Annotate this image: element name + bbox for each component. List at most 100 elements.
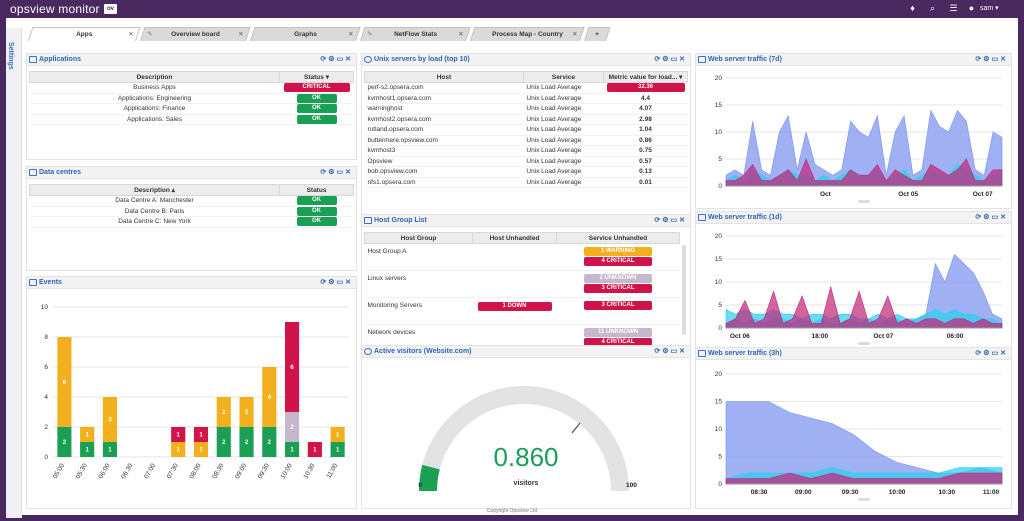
host-status-badge[interactable]: 1 DOWN xyxy=(477,302,552,311)
host-name: warninghost xyxy=(364,103,524,115)
host-name: kvmhost1.opsera.com xyxy=(364,93,524,104)
metric-value: 1.04 xyxy=(639,126,652,134)
table-row[interactable]: Opsview Unix Load Average 0.57 xyxy=(364,156,688,167)
close-icon[interactable]: ✕ xyxy=(238,28,243,41)
x-tick-label: Oct xyxy=(820,191,832,198)
close-icon[interactable]: ✕ xyxy=(572,28,577,41)
panel-controls[interactable]: ⟳⚙▭✕ xyxy=(654,216,687,224)
y-tick-label: 15 xyxy=(715,256,723,263)
resize-handle[interactable] xyxy=(858,200,870,203)
metric-value: 4.07 xyxy=(639,105,652,113)
lightbulb-icon[interactable]: ♦ xyxy=(907,3,918,14)
tab-netflow-stats[interactable]: ✎ NetFlow Stats ✕ xyxy=(360,27,471,41)
column-header[interactable]: Service Unhandled xyxy=(556,232,680,244)
x-tick-label: 07:00 xyxy=(143,462,157,480)
table-icon xyxy=(29,56,37,63)
brand-logo[interactable]: opsview monitor xyxy=(10,2,100,16)
panel-controls[interactable]: ⟳⚙▭✕ xyxy=(654,55,687,63)
x-tick-label: 06:00 xyxy=(97,462,111,480)
service-name: Unix Load Average xyxy=(523,145,604,157)
table-row[interactable]: Host Group A 1 WARNING 4 CRITICAL xyxy=(364,243,680,271)
menu-icon[interactable]: ☰ xyxy=(948,3,959,14)
panel-controls[interactable]: ⟳⚙▭✕ xyxy=(654,347,687,355)
settings-sidebar[interactable]: Settings xyxy=(6,28,22,518)
tab-graphs[interactable]: Graphs ✕ xyxy=(250,27,361,41)
table-row[interactable]: Monitoring Servers 1 DOWN 3 CRITICAL xyxy=(364,297,680,325)
service-status-badge[interactable]: 2 UNKNOWN xyxy=(584,274,652,283)
panel-controls[interactable]: ⟳⚙▭✕ xyxy=(975,213,1008,221)
gauge-value: 0.860 xyxy=(493,442,559,472)
tab-process-map-country[interactable]: Process Map - Country ✕ xyxy=(470,27,585,41)
table-row[interactable]: nfs1.opsera.com Unix Load Average 0.01 xyxy=(364,177,688,188)
active-visitors-panel: Active visitors (Website.com) ⟳⚙▭✕ 0 100 … xyxy=(361,345,691,509)
y-tick-label: 0 xyxy=(718,325,722,332)
service-name: Unix Load Average xyxy=(523,166,604,178)
table-row[interactable]: Business Apps CRITICAL xyxy=(29,82,354,94)
service-status-badge[interactable]: 4 CRITICAL xyxy=(584,257,652,266)
host-name: kvmhost2.opsera.com xyxy=(364,114,524,125)
table-row[interactable]: Applications: Sales OK xyxy=(29,114,354,125)
table-row[interactable]: kvmhost2.opsera.com Unix Load Average 2.98 xyxy=(364,114,688,125)
panel-controls[interactable]: ⟳⚙▭✕ xyxy=(320,278,353,286)
panel-title: Data centres xyxy=(39,169,82,176)
metric-value: 0.75 xyxy=(639,147,652,155)
table-row[interactable]: Applications: Engineering OK xyxy=(29,93,354,104)
table-row[interactable]: warninghost Unix Load Average 4.07 xyxy=(364,103,688,115)
add-tab-button[interactable]: + xyxy=(584,27,611,41)
x-tick-label: 07:30 xyxy=(166,462,180,480)
table-row[interactable]: Data Centre C: New York OK xyxy=(29,216,354,228)
user-menu[interactable]: sam ▾ xyxy=(980,4,999,12)
host-name: Opsview xyxy=(364,156,524,167)
panel-controls[interactable]: ⟳⚙▭✕ xyxy=(320,168,353,176)
table-row[interactable]: Data Centre A: Manchester OK xyxy=(29,195,354,207)
tab-overview-board[interactable]: ✎ Overview board ✕ xyxy=(140,27,251,41)
resize-handle[interactable] xyxy=(858,498,870,501)
service-status-badge[interactable]: 3 CRITICAL xyxy=(584,301,652,310)
table-row[interactable]: bob.opsview.com Unix Load Average 0.13 xyxy=(364,166,688,178)
x-tick-label: 05:30 xyxy=(75,462,89,480)
table-row[interactable]: kvmhost1.opsera.com Unix Load Average 4.4 xyxy=(364,93,688,104)
status-badge: OK xyxy=(296,196,337,206)
y-tick-label: 20 xyxy=(715,75,723,82)
table-row[interactable]: Linux servers 2 UNKNOWN 3 CRITICAL xyxy=(364,270,680,298)
column-header[interactable]: Description ▴ xyxy=(29,184,280,196)
scrollbar[interactable] xyxy=(682,245,686,335)
table-row[interactable]: Applications: Finance OK xyxy=(29,103,354,115)
column-header[interactable]: Description xyxy=(29,71,280,83)
column-header[interactable]: Host Group xyxy=(364,232,473,244)
host-group-name: Host Group A xyxy=(364,243,473,271)
close-icon[interactable]: ✕ xyxy=(128,28,133,41)
resize-handle[interactable] xyxy=(858,342,870,345)
column-header[interactable]: Host xyxy=(364,71,524,83)
column-header[interactable]: Status ▾ xyxy=(279,71,354,83)
table-row[interactable]: perf-s2.opsera.com Unix Load Average 32.36 xyxy=(364,82,688,94)
tab-apps[interactable]: Apps ✕ xyxy=(28,27,141,41)
globe-icon xyxy=(364,348,372,355)
column-header[interactable]: Metric value for load... ▾ xyxy=(603,71,688,83)
close-icon[interactable]: ✕ xyxy=(458,28,463,41)
service-status-badge[interactable]: 11 UNKNOWN xyxy=(584,328,652,337)
y-tick-label: 5 xyxy=(718,156,722,163)
x-tick-label: Oct 07 xyxy=(873,333,893,340)
service-name: Unix Load Average xyxy=(523,93,604,104)
panel-controls[interactable]: ⟳⚙▭✕ xyxy=(320,55,353,63)
table-row[interactable]: buttermere.opsview.com Unix Load Average 0… xyxy=(364,135,688,146)
service-status-badge[interactable]: 1 WARNING xyxy=(584,247,652,256)
row-description: Data Centre A: Manchester xyxy=(29,195,280,207)
dashboard: Settings Apps ✕ ✎ Overview board ✕ Graphs ✕ … xyxy=(6,18,1018,518)
host-name: buttermere.opsview.com xyxy=(364,135,524,146)
table-row[interactable]: kvmhost3 Unix Load Average 0.75 xyxy=(364,145,688,157)
panel-controls[interactable]: ⟳⚙▭✕ xyxy=(975,55,1008,63)
panel-controls[interactable]: ⟳⚙▭✕ xyxy=(975,349,1008,357)
panel-title: Unix servers by load (top 10) xyxy=(374,56,470,63)
service-status-badge[interactable]: 3 CRITICAL xyxy=(584,284,652,293)
user-icon[interactable]: ● xyxy=(966,3,977,14)
column-header[interactable]: Service xyxy=(522,71,605,83)
table-row[interactable]: Data Centre B: Paris OK xyxy=(29,206,354,217)
table-row[interactable]: rutland.opsera.com Unix Load Average 1.04 xyxy=(364,124,688,136)
search-icon[interactable]: ⌕ xyxy=(927,3,938,14)
host-name: perf-s2.opsera.com xyxy=(364,82,524,94)
close-icon[interactable]: ✕ xyxy=(348,28,353,41)
column-header[interactable]: Host Unhandled xyxy=(472,232,557,244)
column-header[interactable]: Status xyxy=(279,184,354,196)
